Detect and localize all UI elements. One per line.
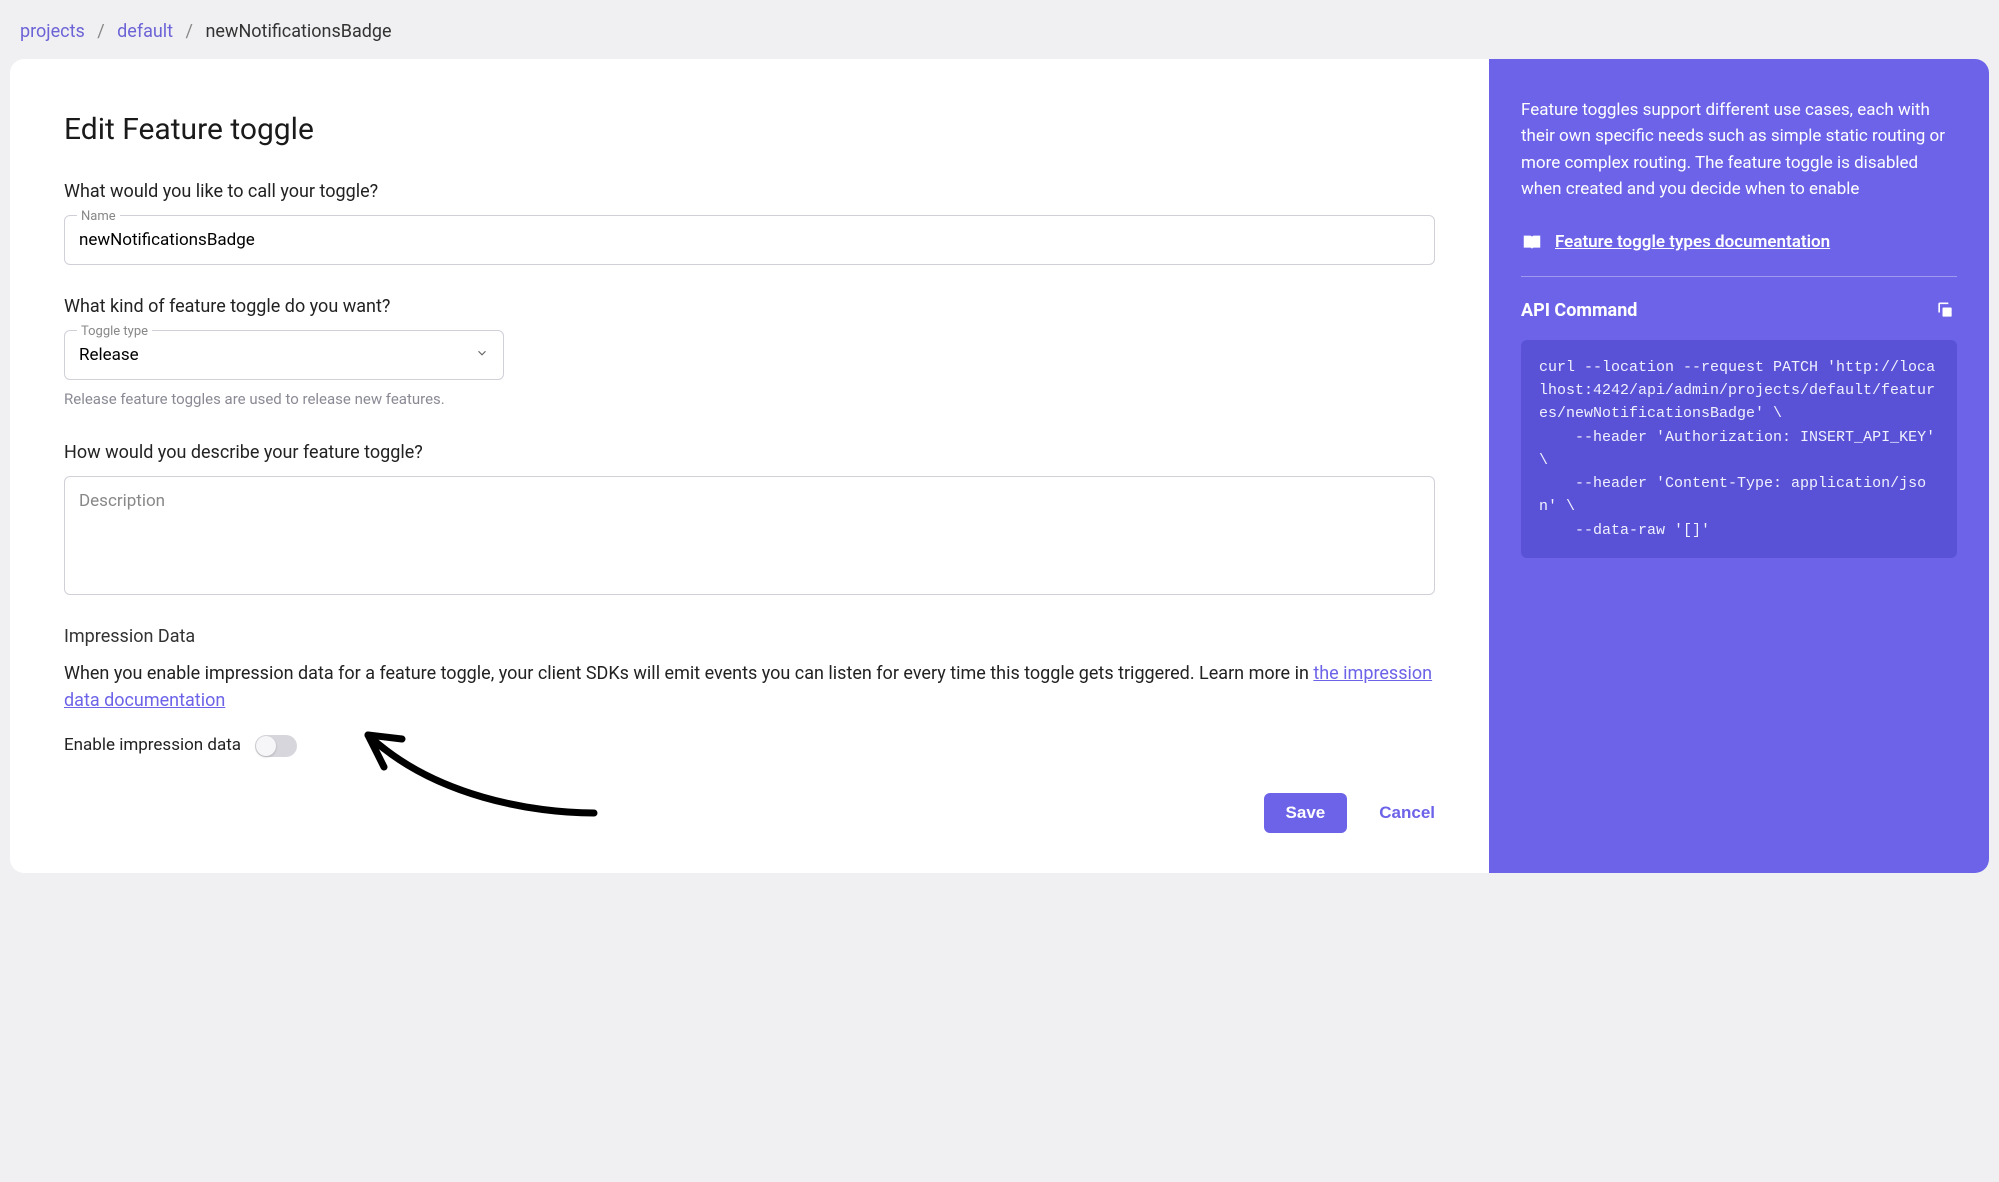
page-title: Edit Feature toggle [64, 107, 1435, 152]
impression-switch-label: Enable impression data [64, 733, 241, 759]
impression-section-label: Impression Data [64, 623, 1435, 650]
divider [1521, 276, 1957, 277]
name-input[interactable] [65, 216, 1434, 264]
api-code-block[interactable]: curl --location --request PATCH 'http://… [1521, 340, 1957, 558]
description-question: How would you describe your feature togg… [64, 439, 1435, 466]
sidebar-intro: Feature toggles support different use ca… [1521, 97, 1957, 202]
doc-link[interactable]: Feature toggle types documentation [1555, 230, 1830, 256]
copy-button[interactable] [1933, 298, 1957, 322]
breadcrumb-project[interactable]: default [117, 21, 173, 42]
api-command-title: API Command [1521, 297, 1637, 324]
breadcrumb-projects[interactable]: projects [20, 21, 85, 42]
name-label: Name [77, 207, 120, 227]
impression-description: When you enable impression data for a fe… [64, 660, 1435, 716]
impression-switch[interactable] [255, 735, 297, 757]
book-icon [1521, 232, 1543, 254]
breadcrumb: projects / default / newNotificationsBad… [10, 10, 1989, 59]
breadcrumb-current: newNotificationsBadge [205, 21, 391, 42]
type-question: What kind of feature toggle do you want? [64, 293, 1435, 320]
name-question: What would you like to call your toggle? [64, 178, 1435, 205]
cancel-button[interactable]: Cancel [1379, 803, 1435, 823]
description-input[interactable] [65, 477, 1434, 587]
breadcrumb-separator: / [186, 21, 193, 42]
save-button[interactable]: Save [1264, 793, 1348, 833]
breadcrumb-separator: / [97, 21, 104, 42]
type-hint: Release feature toggles are used to rele… [64, 388, 1435, 411]
copy-icon [1935, 300, 1955, 320]
switch-knob [256, 736, 276, 756]
type-label: Toggle type [77, 322, 152, 342]
